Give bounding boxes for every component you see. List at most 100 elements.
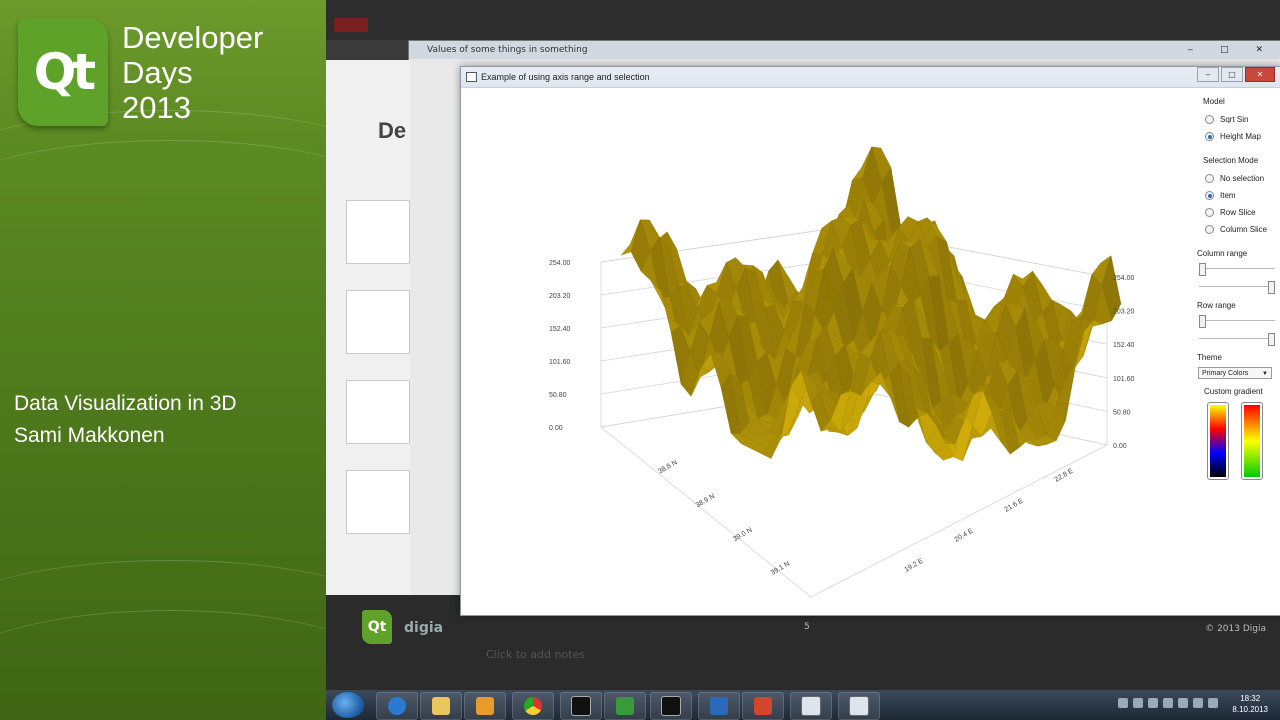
window-2-icon[interactable]	[838, 692, 880, 720]
tray-icon[interactable]	[1118, 698, 1128, 708]
speaker-name: Sami Makkonen	[14, 424, 165, 447]
maximize-button[interactable]: □	[1221, 67, 1243, 82]
ie-icon[interactable]	[376, 692, 418, 720]
tray-icon[interactable]	[1148, 698, 1158, 708]
decor-wave	[0, 610, 326, 720]
gradient-button-2[interactable]	[1241, 402, 1263, 480]
y-tick-label: 254.00	[1113, 275, 1135, 282]
tray-icon[interactable]	[1193, 698, 1203, 708]
y-tick-label: 50.80	[549, 392, 567, 399]
background-red-button	[334, 18, 368, 32]
lync-icon[interactable]	[698, 692, 740, 720]
chrome-icon[interactable]	[512, 692, 554, 720]
row-range-max-slider[interactable]	[1199, 333, 1275, 346]
custom-gradient-label: Custom gradient	[1204, 387, 1263, 396]
surface-graph[interactable]: 254.00 203.20 152.40 101.60 50.80 0.00 254.00…	[461, 87, 1199, 615]
chevron-down-icon: ▼	[1262, 371, 1268, 377]
radio-label: Sqrt Sin	[1220, 115, 1249, 124]
start-button[interactable]	[332, 692, 364, 718]
slide-thumbnail[interactable]	[346, 380, 410, 444]
close-button[interactable]: ✕	[1245, 67, 1275, 82]
decor-wave	[0, 140, 326, 261]
y-tick-label: 101.60	[549, 359, 571, 366]
taskbar: 18:32 8.10.2013	[326, 690, 1280, 720]
y-tick-label: 50.80	[1113, 409, 1131, 416]
x-tick-label: 38.9 N	[695, 493, 716, 509]
folder-icon[interactable]	[420, 692, 462, 720]
model-label: Model	[1203, 97, 1225, 106]
height-map-surface[interactable]	[620, 146, 1122, 461]
slider-handle[interactable]	[1199, 263, 1206, 276]
slide-thumbnail[interactable]	[346, 470, 410, 534]
digia-logo: digia	[404, 620, 444, 636]
y-tick-label: 254.00	[549, 260, 571, 267]
model-radio-sqrt-sin[interactable]: Sqrt Sin	[1205, 115, 1248, 124]
gradient-button-1[interactable]	[1207, 402, 1229, 480]
window-icon[interactable]	[790, 692, 832, 720]
row-range-min-slider[interactable]	[1199, 315, 1275, 328]
powerpoint-icon[interactable]	[742, 692, 784, 720]
selection-radio-row-slice[interactable]: Row Slice	[1205, 208, 1256, 217]
qt-logo: Qt	[18, 18, 108, 126]
clock[interactable]: 18:32 8.10.2013	[1232, 693, 1268, 715]
qt-mini-logo-text: Qt	[367, 619, 387, 635]
slide-thumbnail[interactable]	[346, 290, 410, 354]
slider-handle[interactable]	[1268, 333, 1275, 346]
app-titlebar[interactable]: Example of using axis range and selectio…	[461, 67, 1280, 88]
radio-label: Column Slice	[1220, 225, 1268, 234]
x-tick-label: 39.1 N	[770, 560, 791, 576]
background-app-strip	[326, 0, 1280, 40]
back-window-title: Values of some things in something	[427, 45, 588, 55]
selection-radio-column-slice[interactable]: Column Slice	[1205, 225, 1267, 234]
window-controls: ‒ □ ✕	[1197, 67, 1275, 83]
tray-icon[interactable]	[1163, 698, 1173, 708]
y-tick-label: 203.20	[549, 293, 571, 300]
system-tray[interactable]	[1118, 698, 1218, 708]
x-tick-label: 39.0 N	[732, 527, 753, 543]
clock-time: 18:32	[1240, 694, 1261, 703]
talk-info: Data Visualization in 3D Sami Makkonen	[14, 388, 237, 452]
tray-icon[interactable]	[1133, 698, 1143, 708]
slider-handle[interactable]	[1199, 315, 1206, 328]
back-window-controls[interactable]: ‒ □ ✕	[1188, 41, 1276, 59]
model-radio-height-map[interactable]: Height Map	[1205, 132, 1261, 141]
z-tick-label: 22.8 E	[1054, 467, 1075, 483]
app-window[interactable]: Example of using axis range and selectio…	[460, 66, 1280, 616]
theme-select-value: Primary Colors	[1202, 370, 1249, 377]
event-title-line: Developer	[122, 20, 264, 55]
slider-handle[interactable]	[1268, 281, 1275, 294]
radio-dot-selected	[1205, 132, 1214, 141]
selection-radio-item[interactable]: Item	[1205, 191, 1236, 200]
radio-dot	[1205, 208, 1214, 217]
volume-icon[interactable]	[1208, 698, 1218, 708]
terminal-2-icon[interactable]	[650, 692, 692, 720]
selection-radio-none[interactable]: No selection	[1205, 174, 1264, 183]
z-tick-label: 20.4 E	[954, 527, 975, 543]
terminal-icon[interactable]	[560, 692, 602, 720]
x-tick-label: 38.8 N	[657, 459, 678, 475]
app-window-title: Example of using axis range and selectio…	[481, 72, 650, 82]
theme-label: Theme	[1197, 353, 1222, 362]
gradient-swatch	[1244, 405, 1260, 477]
event-title-line: Days	[122, 55, 193, 90]
notes-placeholder[interactable]: Click to add notes	[486, 648, 585, 661]
y-tick-label: 203.20	[1113, 309, 1135, 316]
outlook-icon[interactable]	[464, 692, 506, 720]
column-range-max-slider[interactable]	[1199, 281, 1275, 294]
window-icon	[466, 72, 477, 82]
tray-icon[interactable]	[1178, 698, 1188, 708]
radio-dot	[1205, 174, 1214, 183]
theme-select[interactable]: Primary Colors ▼	[1198, 367, 1272, 379]
column-range-min-slider[interactable]	[1199, 263, 1275, 276]
slide-copyright: © 2013 Digia	[1205, 624, 1266, 634]
minimize-button[interactable]: ‒	[1197, 67, 1219, 82]
talk-title: Data Visualization in 3D	[14, 392, 237, 415]
qt-logo-text: Qt	[33, 43, 96, 101]
back-window-titlebar[interactable]: Values of some things in something ‒ □ ✕	[409, 41, 1280, 59]
radio-label: Height Map	[1220, 132, 1261, 141]
chart-app-icon[interactable]	[604, 692, 646, 720]
gradient-swatch	[1210, 405, 1226, 477]
slide-thumbnail[interactable]	[346, 200, 410, 264]
z-tick-label: 19.2 E	[904, 557, 925, 573]
y-tick-label: 0.00	[549, 425, 563, 432]
